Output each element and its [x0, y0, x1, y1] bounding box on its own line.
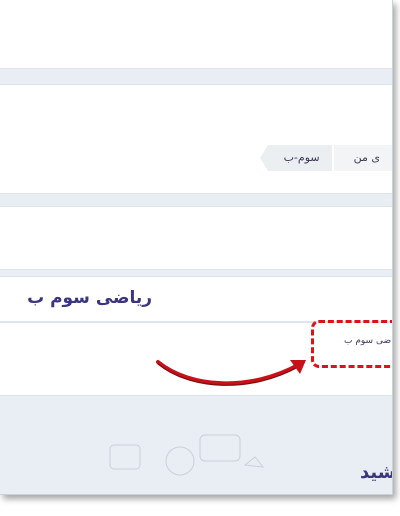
breadcrumb-current-label: سوم-ب	[283, 151, 320, 164]
page-frame: سوم-ب ی من ریاضی سوم ب ریاضی سوم ب شید	[0, 0, 393, 495]
highlight-annotation	[311, 320, 392, 368]
breadcrumb-parent-label: ی من	[353, 151, 380, 164]
breadcrumb-separator	[259, 145, 268, 171]
arrow-annotation	[156, 360, 306, 386]
breadcrumb-parent[interactable]: ی من	[333, 145, 392, 171]
breadcrumb-current[interactable]: سوم-ب	[259, 145, 332, 171]
breadcrumb: سوم-ب ی من	[259, 145, 392, 171]
page-title: ریاضی سوم ب	[27, 288, 152, 308]
breadcrumb-panel	[0, 84, 392, 194]
background-doodles	[109, 434, 265, 476]
content-panel	[0, 206, 392, 270]
header-panel	[0, 0, 392, 69]
footer-text: شید	[360, 462, 393, 483]
